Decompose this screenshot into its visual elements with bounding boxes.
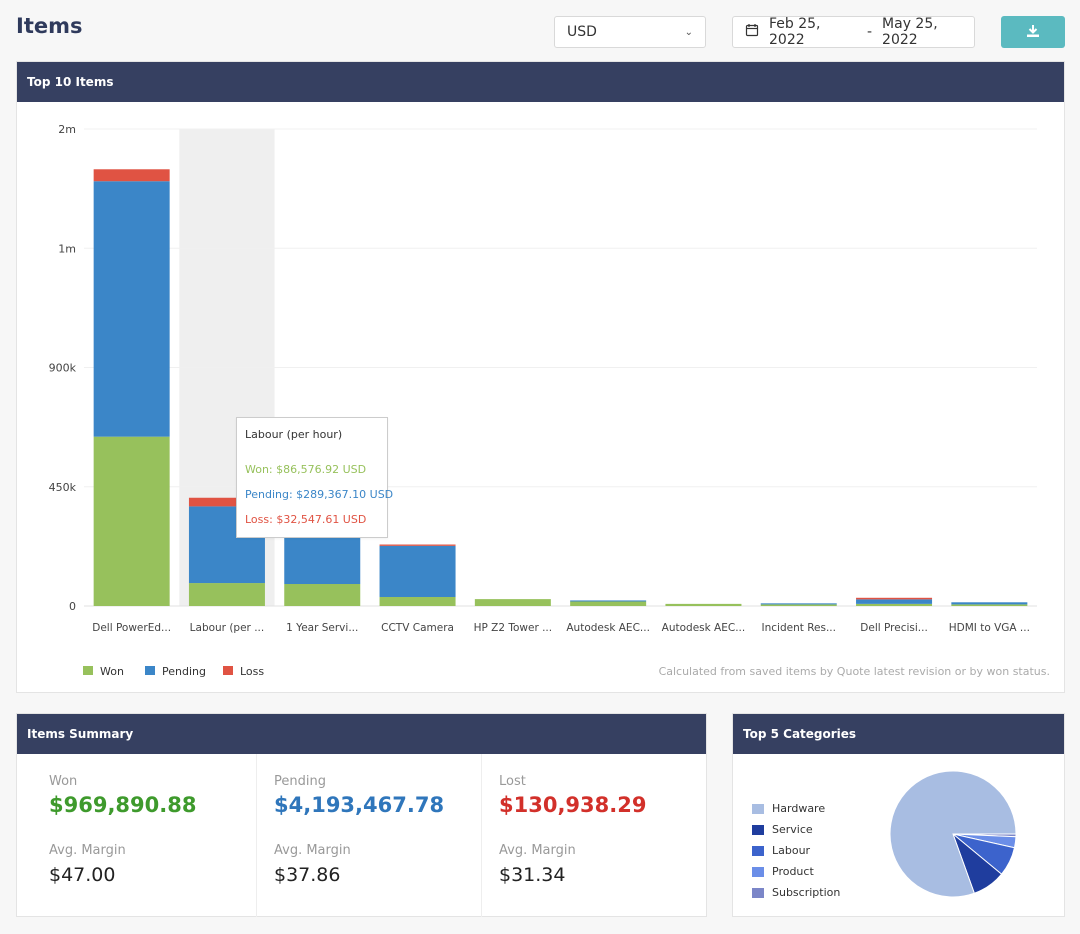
- bar-pending[interactable]: [570, 600, 647, 602]
- pending-margin-label: Avg. Margin: [274, 843, 351, 858]
- pie-chart: [889, 770, 1017, 898]
- pie-legend-swatch: [752, 887, 764, 898]
- tooltip-won: Won: $86,576.92 USD: [245, 463, 367, 476]
- bar-pending[interactable]: [856, 599, 933, 604]
- bar-won[interactable]: [951, 604, 1028, 606]
- pie-legend-swatch: [752, 845, 764, 856]
- x-tick-label: Dell PowerEd...: [92, 622, 171, 634]
- legend-label-pending[interactable]: Pending: [162, 665, 206, 678]
- chart-tooltip: Labour (per hour) Won: $86,576.92 USD Pe…: [236, 417, 394, 538]
- bar-pending[interactable]: [951, 602, 1028, 605]
- bar-won[interactable]: [284, 584, 361, 606]
- x-tick-label: Autodesk AEC...: [566, 622, 650, 634]
- bar-pending[interactable]: [93, 181, 170, 437]
- y-tick-label: 450k: [49, 481, 77, 494]
- y-tick-label: 900k: [49, 362, 77, 375]
- pie-legend-item-subscription[interactable]: Subscription: [752, 882, 840, 903]
- page-title: Items: [16, 14, 83, 38]
- won-value: $969,890.88: [49, 793, 197, 817]
- pie-legend-item-product[interactable]: Product: [752, 861, 840, 882]
- pie-legend-label: Labour: [772, 844, 811, 857]
- bar-won[interactable]: [665, 603, 742, 606]
- won-margin-label: Avg. Margin: [49, 843, 126, 858]
- summary-won: Won $969,890.88 Avg. Margin $47.00: [17, 754, 257, 917]
- pending-label: Pending: [274, 774, 326, 789]
- currency-select[interactable]: USD ⌄: [554, 16, 706, 48]
- bar-pending[interactable]: [284, 537, 361, 585]
- pending-margin-value: $37.86: [274, 864, 341, 886]
- pie-legend-item-hardware[interactable]: Hardware: [752, 798, 840, 819]
- x-tick-label: HP Z2 Tower ...: [474, 622, 553, 634]
- pie-legend-swatch: [752, 866, 764, 877]
- bar-won[interactable]: [93, 436, 170, 606]
- x-tick-label: CCTV Camera: [381, 622, 454, 634]
- lost-margin-value: $31.34: [499, 864, 566, 886]
- pie-legend-swatch: [752, 824, 764, 835]
- pie-legend-swatch: [752, 803, 764, 814]
- bar-won[interactable]: [570, 601, 647, 606]
- download-icon: [1026, 23, 1040, 42]
- date-range-picker[interactable]: Feb 25, 2022 - May 25, 2022: [732, 16, 975, 48]
- bar-pending[interactable]: [760, 603, 837, 605]
- bar-pending[interactable]: [379, 545, 456, 597]
- bar-loss[interactable]: [379, 544, 456, 546]
- pie-legend-label: Hardware: [772, 802, 826, 815]
- bar-won[interactable]: [856, 603, 933, 606]
- summary-lost: Lost $130,938.29 Avg. Margin $31.34: [482, 754, 706, 917]
- x-tick-label: HDMI to VGA ...: [949, 622, 1030, 634]
- date-start: Feb 25, 2022: [769, 16, 821, 48]
- bar-won[interactable]: [188, 583, 265, 606]
- y-tick-label: 2m: [58, 123, 76, 136]
- top-items-header: Top 10 Items: [17, 62, 1064, 102]
- x-tick-label: Labour (per ...: [190, 622, 265, 634]
- bar-won[interactable]: [760, 604, 837, 606]
- tooltip-loss: Loss: $32,547.61 USD: [245, 513, 367, 526]
- top-categories-header: Top 5 Categories: [733, 714, 1064, 754]
- lost-value: $130,938.29: [499, 793, 647, 817]
- chevron-down-icon: ⌄: [684, 26, 693, 38]
- tooltip-title: Labour (per hour): [245, 428, 343, 441]
- items-summary-panel: Items Summary Won $969,890.88 Avg. Margi…: [16, 713, 707, 917]
- lost-label: Lost: [499, 774, 526, 789]
- y-tick-label: 0: [69, 600, 76, 613]
- date-separator: -: [866, 24, 873, 40]
- x-tick-label: Autodesk AEC...: [662, 622, 746, 634]
- download-button[interactable]: [1001, 16, 1065, 48]
- tooltip-pending: Pending: $289,367.10 USD: [245, 488, 394, 501]
- pie-legend-label: Product: [772, 865, 814, 878]
- date-end: May 25, 2022: [882, 16, 938, 48]
- bar-won[interactable]: [474, 599, 551, 606]
- items-summary-header: Items Summary: [17, 714, 706, 754]
- pie-legend-item-labour[interactable]: Labour: [752, 840, 840, 861]
- y-tick-label: 1m: [58, 242, 76, 255]
- stacked-bar-chart: 0 450k 900k 1m 2m Dell PowerEd... Labour (per …: [49, 123, 1050, 678]
- summary-pending: Pending $4,193,467.78 Avg. Margin $37.86: [257, 754, 482, 917]
- chart-footnote: Calculated from saved items by Quote lat…: [659, 665, 1050, 678]
- bar-won[interactable]: [379, 596, 456, 606]
- x-tick-label: Dell Precisi...: [860, 622, 928, 634]
- pending-value: $4,193,467.78: [274, 793, 445, 817]
- x-tick-label: 1 Year Servi...: [286, 622, 358, 634]
- x-tick-label: Incident Res...: [762, 622, 836, 634]
- legend-swatch-loss: [223, 666, 233, 675]
- calendar-icon: [745, 23, 759, 41]
- won-margin-value: $47.00: [49, 864, 116, 886]
- pie-legend-label: Subscription: [772, 886, 841, 899]
- legend-swatch-pending: [145, 666, 155, 675]
- bar-loss[interactable]: [856, 597, 933, 600]
- legend-label-won[interactable]: Won: [100, 665, 124, 678]
- pie-legend-label: Service: [772, 823, 813, 836]
- won-label: Won: [49, 774, 78, 789]
- top-items-panel: Top 10 Items 0 450k 900k 1m 2m Dell PowerEd..…: [16, 61, 1065, 693]
- currency-value: USD: [567, 24, 597, 40]
- top-categories-panel: Top 5 Categories Hardware Service Labour Pr…: [732, 713, 1065, 917]
- bar-loss[interactable]: [93, 169, 170, 182]
- legend-label-loss[interactable]: Loss: [240, 665, 264, 678]
- lost-margin-label: Avg. Margin: [499, 843, 576, 858]
- legend-swatch-won: [83, 666, 93, 675]
- pie-legend-item-service[interactable]: Service: [752, 819, 840, 840]
- pie-legend: Hardware Service Labour Product Subscription: [752, 798, 840, 903]
